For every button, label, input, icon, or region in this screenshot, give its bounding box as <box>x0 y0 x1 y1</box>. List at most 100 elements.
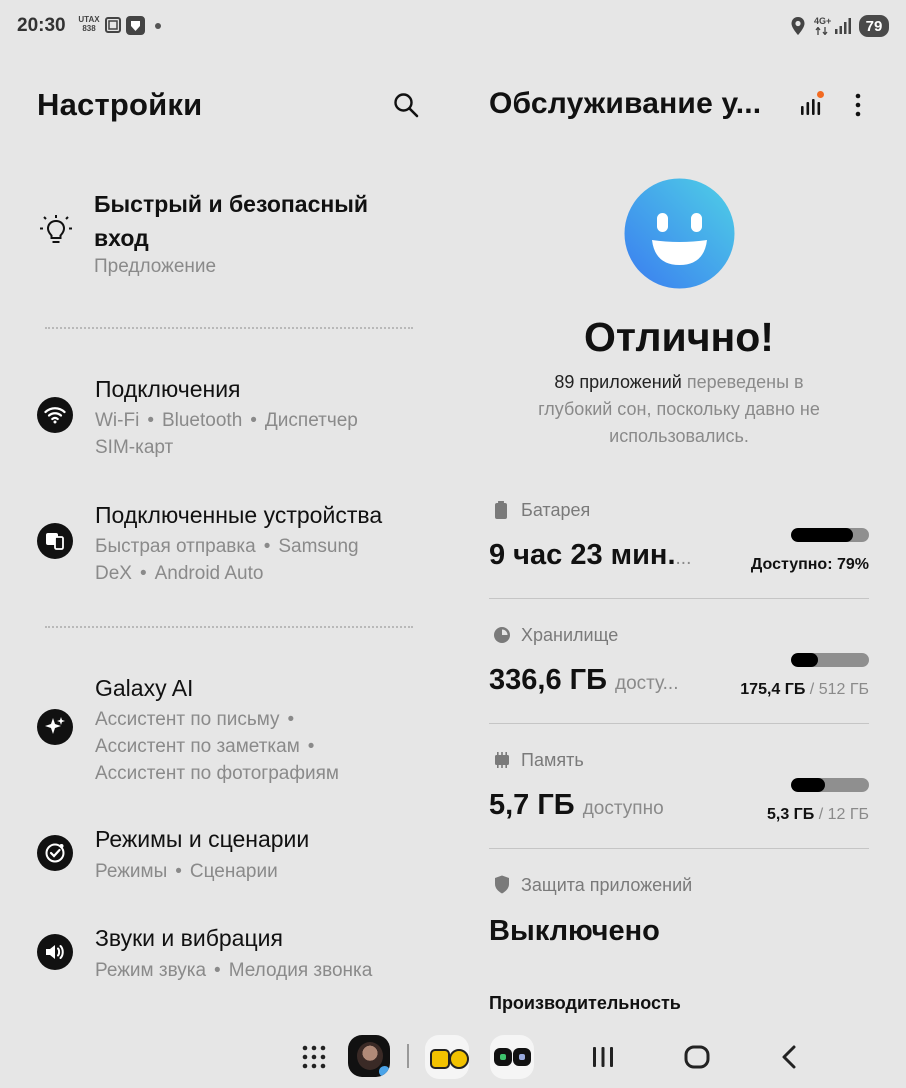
storage-section[interactable]: Хранилище 336,6 ГБ досту... 175,4 ГБ / 5… <box>489 620 869 715</box>
recent-app-photo-icon[interactable] <box>348 1035 390 1077</box>
location-icon <box>791 17 805 35</box>
memory-unit: доступно <box>582 798 664 819</box>
divider <box>489 723 869 724</box>
storage-free: 336,6 ГБ <box>489 664 607 696</box>
settings-item-sounds[interactable]: Звуки и вибрация Режим звука • Мелодия зво… <box>37 921 427 991</box>
storage-used: 175,4 ГБ <box>740 681 806 698</box>
memory-label: Память <box>521 750 584 770</box>
suggestion-card[interactable]: Быстрый и безопасный вход Предложение <box>37 180 417 290</box>
connections-title: Подключения <box>95 376 241 402</box>
connections-sub-bluetooth: Bluetooth <box>161 410 243 431</box>
settings-item-modes[interactable]: Режимы и сценарии Режимы • Сценарии <box>37 822 427 892</box>
memory-usage: 5,3 ГБ / 12 ГБ <box>767 806 869 824</box>
battery-value: 9 час 23 мин.... <box>489 539 691 572</box>
pie-chart-icon <box>494 627 510 643</box>
battery-label: Батарея <box>521 500 591 520</box>
network-type: 4G+ <box>814 16 832 26</box>
app-pair-left-icon <box>430 1049 450 1069</box>
storage-usage: 175,4 ГБ / 512 ГБ <box>740 681 869 699</box>
divider <box>45 626 413 628</box>
devices-icon <box>37 523 73 559</box>
back-button-icon[interactable] <box>779 1044 799 1070</box>
galaxy-ai-sub-photos: Ассистент по фотографиям <box>95 763 339 784</box>
sounds-title: Звуки и вибрация <box>95 925 283 951</box>
app-pair-dark-icon[interactable] <box>490 1035 534 1079</box>
desc-app-count: 89 приложений <box>554 372 682 392</box>
modes-subtitle: Режимы • Сценарии <box>95 858 278 885</box>
notif-text-top: UTAX <box>78 15 100 24</box>
memory-chip-icon <box>495 752 509 768</box>
performance-heading[interactable]: Производительность <box>489 993 681 1014</box>
galaxy-ai-sub-notes: Ассистент по заметкам <box>95 736 300 757</box>
battery-progress-fill <box>791 528 853 542</box>
separator-dot: • <box>147 410 154 431</box>
sounds-sub-ringtone: Мелодия звонка <box>228 960 373 981</box>
lightbulb-icon <box>40 215 72 243</box>
divider <box>45 327 413 329</box>
device-care-title: Обслуживание у... <box>489 87 762 120</box>
battery-icon <box>495 501 507 519</box>
settings-item-connections[interactable]: Подключения Wi-Fi • Bluetooth • Диспетчер SIM… <box>37 370 427 465</box>
suggestion-title: Быстрый и безопасный вход <box>94 187 368 255</box>
divider <box>489 598 869 599</box>
app-protection-value: Выключено <box>489 915 660 947</box>
connected-devices-title: Подключенные устройства <box>95 502 383 528</box>
more-notifications-dot <box>155 23 161 29</box>
settings-item-galaxy-ai[interactable]: Galaxy AI Ассистент по письму • Ассистент … <box>37 668 427 793</box>
sounds-sub-mode: Режим звука <box>95 960 207 981</box>
photo-badge-icon <box>377 1064 390 1077</box>
more-options-icon[interactable] <box>848 92 868 118</box>
separator-dot: • <box>139 563 147 584</box>
connected-devices-subtitle: Быстрая отправка • Samsung DeX • Android Auto <box>95 533 425 587</box>
stats-icon[interactable] <box>798 90 826 118</box>
battery-ellipsis: ... <box>675 548 692 569</box>
battery-available: Доступно: 79% <box>750 556 869 573</box>
settings-title: Настройки <box>37 87 203 122</box>
devices-sub-samsung: Samsung <box>278 536 359 557</box>
data-arrows-icon <box>815 27 828 35</box>
memory-progress-fill <box>791 778 826 792</box>
status-title: Отлично! <box>584 314 774 360</box>
storage-label: Хранилище <box>521 625 619 645</box>
suggestion-title-line1: Быстрый и безопасный <box>94 191 369 217</box>
suggestion-title-line2: вход <box>94 225 149 251</box>
modes-check-icon <box>37 835 73 871</box>
status-description: 89 приложений переведены в глубокий сон,… <box>489 369 869 450</box>
connections-sub-manager: Диспетчер <box>264 410 358 431</box>
devices-sub-android-auto: Android Auto <box>154 563 264 584</box>
app-pair-right-icon <box>449 1049 469 1069</box>
desc-line3: использовались. <box>609 426 749 446</box>
search-icon[interactable] <box>392 91 420 119</box>
storage-progress-fill <box>791 653 818 667</box>
taskbar-divider <box>407 1044 409 1068</box>
app-pair-yellow-icon[interactable] <box>425 1035 469 1079</box>
settings-item-connected-devices[interactable]: Подключенные устройства Быстрая отправка… <box>37 496 427 591</box>
galaxy-ai-title: Galaxy AI <box>95 675 194 701</box>
apps-grid-icon[interactable] <box>301 1044 327 1070</box>
modes-title: Режимы и сценарии <box>95 826 310 852</box>
sounds-subtitle: Режим звука • Мелодия звонка <box>95 957 372 984</box>
storage-unit: досту... <box>614 673 679 694</box>
battery-indicator: 79 <box>859 15 889 37</box>
recents-button-icon[interactable] <box>591 1045 615 1069</box>
battery-section[interactable]: Батарея 9 час 23 мин.... Доступно: 79% <box>489 495 869 590</box>
devices-sub-dex: DeX <box>95 563 132 584</box>
memory-value: 5,7 ГБ доступно <box>489 789 664 822</box>
app-pair-counter-icon <box>513 1048 531 1066</box>
shield-icon <box>495 875 509 894</box>
battery-time: 9 час 23 мин. <box>489 539 676 571</box>
signal-icon <box>835 18 851 34</box>
separator-dot: • <box>250 410 257 431</box>
galaxy-ai-sub-writing: Ассистент по письму <box>95 709 280 730</box>
separator-dot: • <box>214 960 221 981</box>
home-button-icon[interactable] <box>684 1045 710 1069</box>
memory-total: / 12 ГБ <box>818 806 869 823</box>
app-protection-section[interactable]: Защита приложений Выключено <box>489 870 869 960</box>
wifi-icon <box>37 397 73 433</box>
memory-section[interactable]: Память 5,7 ГБ доступно 5,3 ГБ / 12 ГБ <box>489 745 869 840</box>
separator-dot: • <box>263 536 271 557</box>
modes-sub-scenarios: Сценарии <box>189 861 278 882</box>
divider <box>489 848 869 849</box>
status-time: 20:30 <box>17 15 66 36</box>
status-bar: 20:30 UTAX 838 4G+ 79 <box>0 0 906 52</box>
